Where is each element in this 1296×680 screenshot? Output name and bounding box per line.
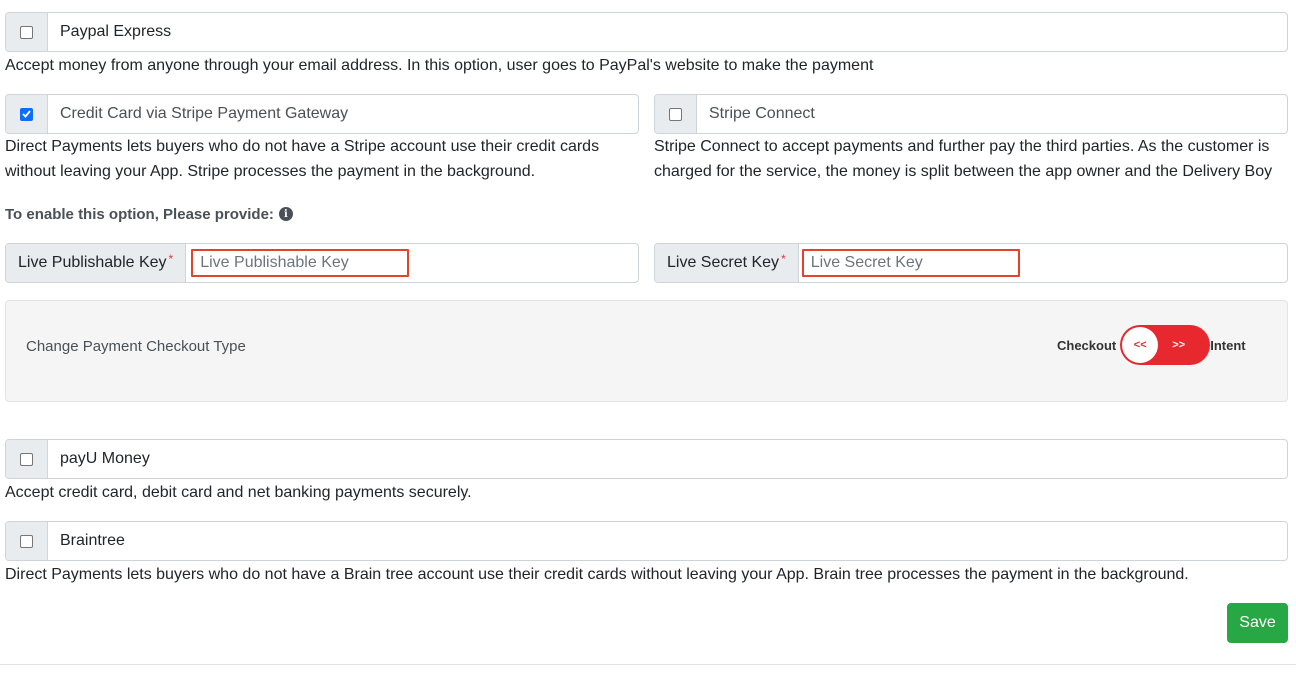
live-publishable-key-label: Live Publishable Key *	[6, 244, 187, 282]
paypal-express-option: Paypal Express	[5, 12, 1288, 52]
stripe-checkbox-addon[interactable]	[6, 95, 48, 133]
paypal-express-checkbox[interactable]	[20, 25, 33, 39]
live-publishable-key-label-text: Live Publishable Key	[18, 254, 167, 271]
stripe-checkbox[interactable]	[20, 107, 33, 121]
stripe-connect-description: Stripe Connect to accept payments and fu…	[654, 134, 1294, 184]
payu-checkbox[interactable]	[20, 452, 33, 466]
checkout-type-title: Change Payment Checkout Type	[26, 338, 246, 355]
stripe-credit-card-description: Direct Payments lets buyers who do not h…	[5, 134, 645, 184]
payu-money-label: payU Money	[60, 450, 150, 467]
live-secret-key-input[interactable]	[801, 249, 1020, 277]
live-secret-key-label-text: Live Secret Key	[667, 254, 780, 271]
payu-money-description: Accept credit card, debit card and net b…	[5, 484, 472, 501]
stripe-credit-card-label: Credit Card via Stripe Payment Gateway	[60, 105, 349, 122]
stripe-connect-checkbox-addon[interactable]	[655, 95, 697, 133]
required-mark: *	[781, 252, 786, 266]
payu-checkbox-addon[interactable]	[6, 440, 48, 478]
stripe-credit-card-option: Credit Card via Stripe Payment Gateway	[5, 94, 639, 134]
footer-divider	[0, 664, 1296, 665]
stripe-connect-description-line-2: charged for the service, the money is sp…	[654, 163, 1273, 180]
braintree-description: Direct Payments lets buyers who do not h…	[5, 566, 1189, 583]
paypal-express-checkbox-addon[interactable]	[6, 13, 48, 51]
checkout-intent-toggle[interactable]: << >>	[1120, 325, 1211, 365]
paypal-express-description: Accept money from anyone through your em…	[5, 57, 874, 74]
provide-heading: To enable this option, Please provide: i	[5, 204, 293, 224]
required-mark: *	[168, 252, 174, 266]
live-publishable-key-group: Live Publishable Key *	[5, 243, 639, 283]
checkout-type-switch: Checkout << >> Intent	[1057, 325, 1246, 365]
live-secret-key-wrap	[799, 244, 1287, 282]
checkout-type-panel: Change Payment Checkout Type Checkout <<…	[5, 300, 1288, 402]
stripe-connect-description-line-1: Stripe Connect to accept payments and fu…	[654, 138, 1270, 155]
braintree-option: Braintree	[5, 521, 1288, 561]
live-publishable-key-wrap	[186, 244, 638, 282]
live-secret-key-group: Live Secret Key *	[654, 243, 1288, 283]
payu-money-option: payU Money	[5, 439, 1288, 479]
stripe-connect-checkbox[interactable]	[669, 107, 682, 121]
provide-heading-text: To enable this option, Please provide:	[5, 205, 274, 223]
paypal-express-label: Paypal Express	[60, 23, 172, 40]
toggle-track-arrows: >>	[1172, 339, 1186, 351]
intent-label: Intent	[1210, 337, 1246, 353]
toggle-knob[interactable]: <<	[1122, 327, 1159, 363]
live-secret-key-label: Live Secret Key *	[655, 244, 799, 282]
live-publishable-key-input[interactable]	[191, 249, 410, 277]
stripe-connect-label: Stripe Connect	[709, 105, 815, 122]
braintree-checkbox[interactable]	[20, 534, 33, 548]
check-icon	[22, 110, 31, 118]
info-circle-icon: i	[278, 207, 293, 221]
checkout-label: Checkout	[1057, 337, 1117, 353]
save-button[interactable]: Save	[1227, 603, 1288, 643]
stripe-description-line-2: without leaving your App. Stripe process…	[5, 163, 536, 180]
braintree-label: Braintree	[60, 532, 125, 549]
braintree-checkbox-addon[interactable]	[6, 522, 48, 560]
stripe-connect-option: Stripe Connect	[654, 94, 1288, 134]
stripe-description-line-1: Direct Payments lets buyers who do not h…	[5, 138, 600, 155]
